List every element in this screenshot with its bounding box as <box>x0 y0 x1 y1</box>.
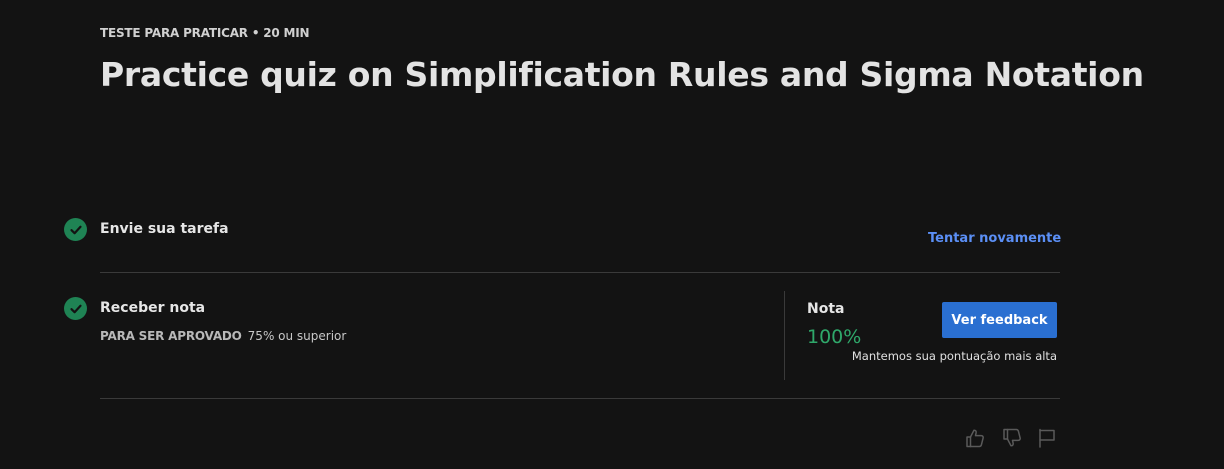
score-note: Mantemos sua pontuação mais alta <box>851 349 1057 363</box>
grade-value: 100% <box>807 326 862 348</box>
view-feedback-button[interactable]: Ver feedback <box>942 302 1057 338</box>
step-grade-title: Receber nota <box>100 300 206 316</box>
passing-value: 75% ou superior <box>247 329 347 343</box>
check-circle-icon <box>64 218 87 241</box>
retry-link[interactable]: Tentar novamente <box>928 231 1061 246</box>
passing-label: PARA SER APROVADO <box>100 329 242 343</box>
quiz-meta: TESTE PARA PRATICAR • 20 MIN <box>100 26 310 40</box>
grade-label: Nota <box>807 301 845 317</box>
divider <box>100 398 1060 399</box>
page-title: Practice quiz on Simplification Rules an… <box>100 55 1144 94</box>
quiz-page: TESTE PARA PRATICAR • 20 MIN Practice qu… <box>0 0 1224 469</box>
check-circle-icon <box>64 297 87 320</box>
dislike-icon[interactable] <box>1000 426 1024 450</box>
vertical-divider <box>784 291 785 380</box>
like-icon[interactable] <box>963 426 987 450</box>
step-submit-title: Envie sua tarefa <box>100 221 229 237</box>
divider <box>100 272 1060 273</box>
flag-icon[interactable] <box>1035 426 1059 450</box>
passing-requirement: PARA SER APROVADO 75% ou superior <box>100 329 346 343</box>
